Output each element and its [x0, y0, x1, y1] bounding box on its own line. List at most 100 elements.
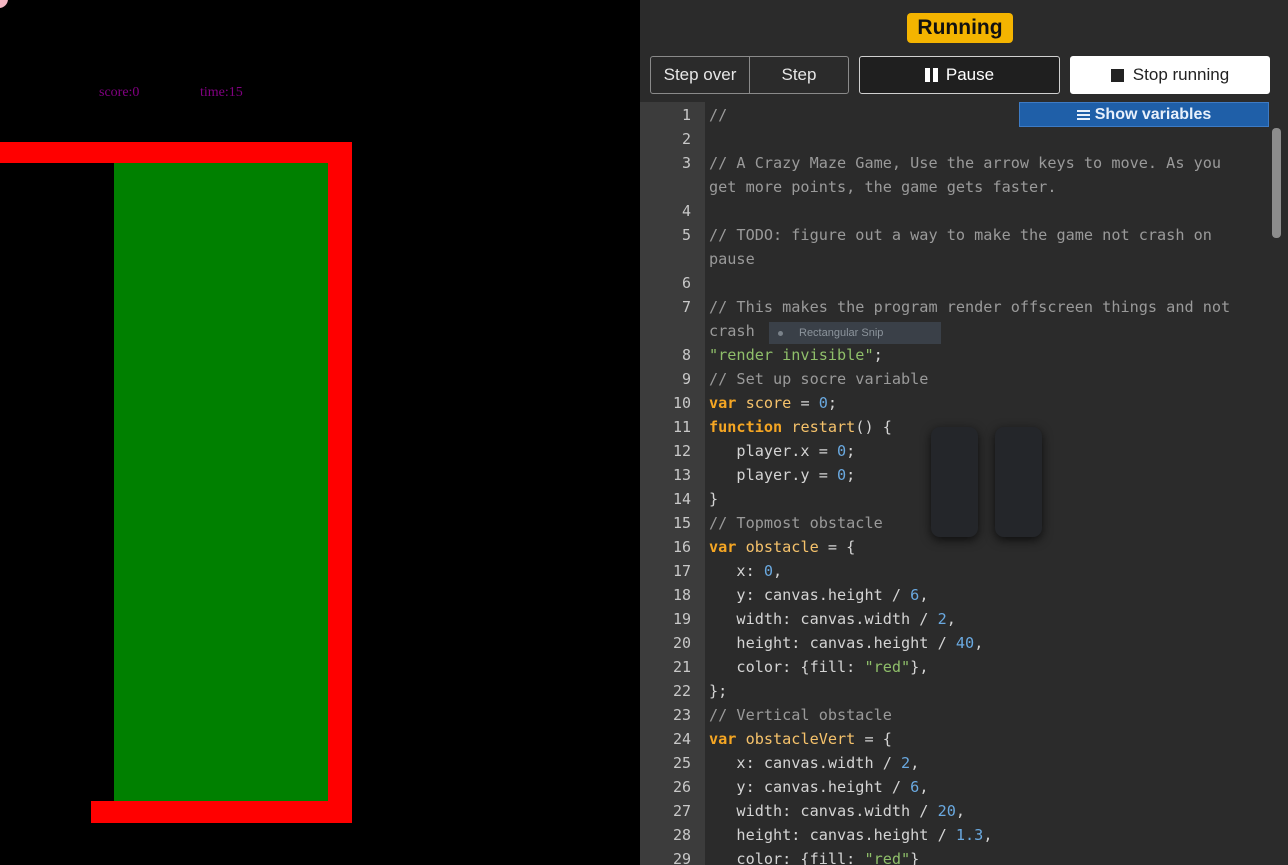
scrollbar-thumb[interactable] [1272, 128, 1281, 238]
line-number: 14 [672, 490, 691, 508]
code-token: y: canvas.height / [709, 586, 911, 604]
code-token: , [946, 610, 956, 628]
code-line: // Vertical obstacle [709, 706, 1269, 724]
editor-scrollbar[interactable] [1270, 102, 1288, 865]
code-token: }; [709, 682, 728, 700]
code-token: var [709, 730, 737, 748]
code-editor-pane: Running Step over Step Pause Stop runnin… [640, 0, 1288, 865]
player-block [114, 163, 328, 801]
line-number: 4 [681, 202, 691, 220]
menu-icon [1076, 109, 1090, 120]
code-token: 0 [837, 442, 847, 460]
code-token: score [745, 394, 792, 412]
score-label: score:0 [99, 85, 140, 100]
code-token: get more points, the game gets faster. [709, 178, 1057, 196]
code-token: 6 [910, 586, 920, 604]
code-token: } [709, 490, 719, 508]
stop-running-button[interactable]: Stop running [1070, 56, 1270, 94]
stop-icon [1110, 68, 1124, 82]
line-number: 10 [672, 394, 691, 412]
code-token: , [919, 778, 929, 796]
code-token: height: canvas.height / [709, 826, 956, 844]
code-token: // This makes the program render offscre… [709, 298, 1231, 316]
code-line: player.x = 0; [709, 442, 1269, 460]
step-button[interactable]: Step [749, 56, 849, 94]
line-number: 17 [672, 562, 691, 580]
code-line: "render invisible"; [709, 346, 1269, 364]
code-token: height: canvas.height / [709, 634, 956, 652]
code-line: // A Crazy Maze Game, Use the arrow keys… [709, 154, 1269, 172]
line-number: 22 [672, 682, 691, 700]
code-token: , [983, 826, 993, 844]
code-token: 6 [910, 778, 920, 796]
code-token: // A Crazy Maze Game, Use the arrow keys… [709, 154, 1222, 172]
line-number: 9 [681, 370, 691, 388]
code-token: ; [846, 466, 856, 484]
code-line: } [709, 490, 1269, 508]
line-number: 25 [672, 754, 691, 772]
code-line-wrap: pause [709, 250, 1269, 268]
step-label: Step [781, 65, 817, 84]
code-token: width: canvas.width / [709, 610, 938, 628]
code-token: "red" [864, 658, 911, 676]
pause-button[interactable]: Pause [859, 56, 1060, 94]
line-number: 2 [681, 130, 691, 148]
run-status-badge: Running [907, 13, 1013, 43]
code-token: y: canvas.height / [709, 778, 911, 796]
line-number: 1 [681, 106, 691, 124]
code-line: var obstacleVert = { [709, 730, 1269, 748]
code-token: // Set up socre variable [709, 370, 929, 388]
code-token: , [955, 802, 966, 820]
code-token: = { [855, 730, 892, 748]
code-line-wrap: get more points, the game gets faster. [709, 178, 1269, 196]
code-token: // TODO: figure out a way to make the ga… [709, 226, 1212, 244]
code-line: width: canvas.width / 20, [709, 802, 1269, 820]
code-line: color: {fill: "red"} [709, 850, 1269, 865]
code-token: color: {fill: [709, 658, 865, 676]
rectangular-snip-overlay: Rectangular Snip [769, 322, 941, 344]
top-obstacle [0, 142, 352, 163]
line-number: 3 [681, 154, 691, 172]
line-number: 24 [672, 730, 691, 748]
code-token: } [910, 850, 920, 865]
code-line: y: canvas.height / 6, [709, 778, 1269, 796]
code-token: 1.3 [955, 826, 984, 844]
line-number: 26 [672, 778, 691, 796]
code-token: , [910, 754, 920, 772]
code-token: , [919, 586, 929, 604]
code-token: pause [709, 250, 755, 268]
code-line: x: canvas.width / 2, [709, 754, 1269, 772]
line-number: 8 [681, 346, 691, 364]
pause-label: Pause [945, 65, 995, 84]
code-token: function [709, 418, 783, 436]
step-over-button[interactable]: Step over [650, 56, 750, 94]
time-label: time:15 [200, 85, 243, 100]
line-number: 21 [672, 658, 691, 676]
code-token: 20 [937, 802, 956, 820]
line-number: 16 [672, 538, 691, 556]
code-token: ; [873, 346, 883, 364]
code-token: 0 [763, 562, 774, 580]
code-line: }; [709, 682, 1269, 700]
show-variables-label: Show variables [1094, 105, 1212, 123]
code-line: // Set up socre variable [709, 370, 1269, 388]
line-number: 23 [672, 706, 691, 724]
code-line: player.y = 0; [709, 466, 1269, 484]
code-line: height: canvas.height / 1.3, [709, 826, 1269, 844]
code-token: ; [827, 394, 838, 412]
code-token: // Vertical obstacle [709, 706, 892, 724]
code-token: () { [855, 418, 892, 436]
show-variables-button[interactable]: Show variables [1019, 102, 1269, 127]
code-token: "red" [864, 850, 911, 865]
code-token: 40 [955, 634, 975, 652]
game-canvas[interactable]: score:0 time:15 [0, 0, 640, 865]
code-token: 2 [901, 754, 911, 772]
line-number: 18 [672, 586, 691, 604]
code-token: }, [910, 658, 929, 676]
snip-label: Rectangular Snip [799, 327, 884, 339]
code-token: restart [791, 418, 856, 436]
code-line: // TODO: figure out a way to make the ga… [709, 226, 1269, 244]
code-line: var score = 0; [709, 394, 1269, 412]
